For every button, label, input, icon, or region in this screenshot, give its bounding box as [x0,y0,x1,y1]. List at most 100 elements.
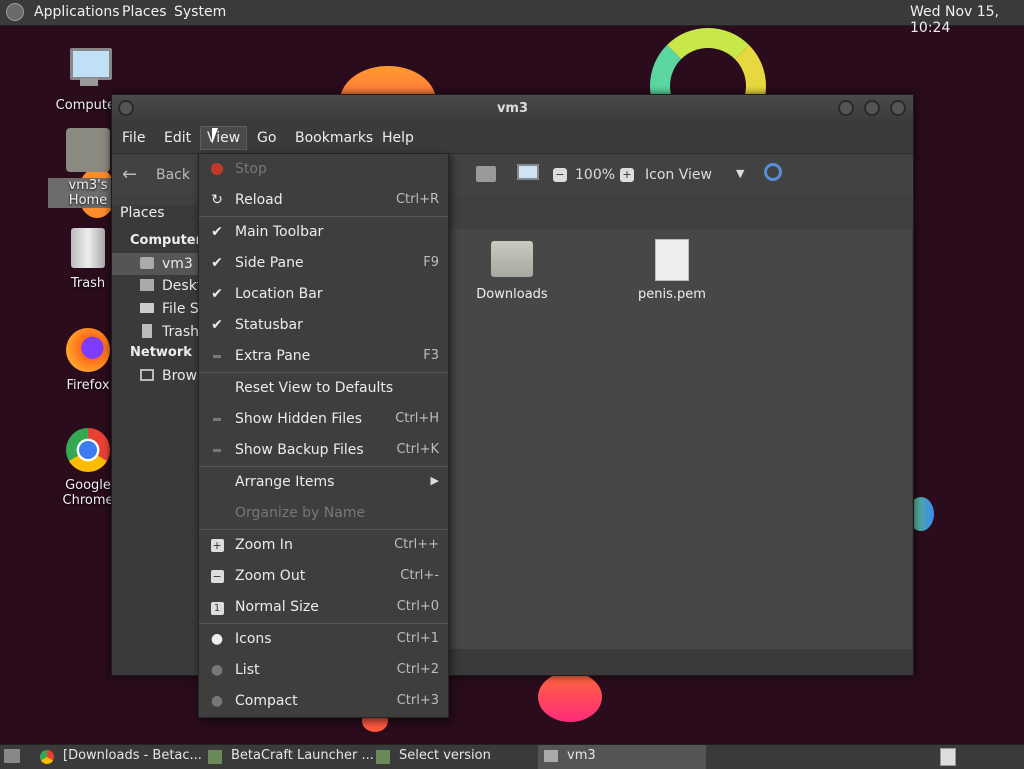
side-pane-header[interactable]: Places [120,205,165,221]
sidebar-item-label: Trash [162,324,199,340]
menu-item-show-hidden-files[interactable]: Show Hidden Files Ctrl+H [199,404,448,434]
side-pane: Places Computer vm3 Desktop File System … [112,205,202,675]
minimize-button[interactable] [838,100,854,116]
firefox-icon [66,328,110,372]
sidebar-item-vm3[interactable]: vm3 [112,253,200,275]
menu-item-show-backup-files[interactable]: Show Backup Files Ctrl+K [199,435,448,465]
home-icon[interactable] [476,166,496,182]
mouse-cursor-icon [212,128,224,144]
distro-logo-icon[interactable] [6,3,24,21]
clock[interactable]: Wed Nov 15, 10:24 [910,4,1024,36]
menu-item-label: Extra Pane [235,348,311,364]
close-button[interactable] [890,100,906,116]
unchecked-icon [209,411,225,427]
menu-item-label: Normal Size [235,599,319,615]
menu-item-icons[interactable]: ● Icons Ctrl+1 [199,624,448,654]
menu-item-reset-view[interactable]: Reset View to Defaults [199,373,448,403]
menu-item-label: Stop [235,161,267,177]
zoom-out-icon: − [210,570,224,583]
computer-icon[interactable] [517,164,539,180]
sidebar-item-browse-network[interactable]: Browse Network [112,365,200,387]
menu-item-extra-pane[interactable]: Extra Pane F3 [199,341,448,371]
show-desktop-icon[interactable] [4,749,20,763]
zoom-in-icon: + [210,539,224,552]
workspace-switcher[interactable] [940,748,956,766]
sidebar-item-label: Browse Network [162,368,200,384]
task-select-version[interactable]: Select version [399,748,491,763]
menu-item-accel: Ctrl+1 [396,631,439,646]
menu-item-statusbar[interactable]: ✔ Statusbar [199,310,448,340]
sidebar-item-trash[interactable]: Trash [112,321,200,343]
menu-bookmarks[interactable]: Bookmarks [295,130,373,146]
back-button-label[interactable]: Back [156,167,190,183]
menu-item-label: Show Hidden Files [235,411,363,427]
places-menu[interactable]: Places [122,4,167,20]
document-icon [655,239,689,281]
radio-selected-icon: ● [210,631,224,647]
window-title: vm3 [496,101,529,116]
applications-menu[interactable]: Applications [34,4,120,20]
menu-item-list[interactable]: ● List Ctrl+2 [199,655,448,685]
menu-file[interactable]: File [122,130,145,146]
unchecked-icon [209,348,225,364]
menu-item-compact[interactable]: ● Compact Ctrl+3 [199,686,448,716]
task-vm3[interactable]: vm3 [538,745,706,769]
task-label: vm3 [567,748,596,763]
menu-item-zoom-in[interactable]: + Zoom In Ctrl++ [199,530,448,560]
trash-icon [142,324,152,338]
system-menu[interactable]: System [174,4,226,20]
menu-item-side-pane[interactable]: ✔ Side Pane F9 [199,248,448,278]
menu-item-location-bar[interactable]: ✔ Location Bar [199,279,448,309]
window-titlebar[interactable]: vm3 [112,95,913,123]
view-menu: Stop ↻ Reload Ctrl+R ✔ Main Toolbar ✔ Si… [198,153,449,718]
reload-icon: ↻ [211,192,223,208]
chevron-down-icon[interactable]: ▼ [736,167,744,180]
chrome-icon [66,428,110,472]
sidebar-item-filesystem[interactable]: File System [112,298,200,320]
menu-item-arrange-items[interactable]: Arrange Items ▶ [199,467,448,497]
menu-item-accel: Ctrl++ [394,537,439,552]
menu-edit[interactable]: Edit [164,130,191,146]
menu-item-reload[interactable]: ↻ Reload Ctrl+R [199,185,448,215]
menu-item-accel: Ctrl+K [396,442,439,457]
menu-item-organize-by-name: Organize by Name [199,498,448,528]
menu-item-stop: Stop [199,154,448,184]
menu-item-main-toolbar[interactable]: ✔ Main Toolbar [199,217,448,247]
menu-item-zoom-out[interactable]: − Zoom Out Ctrl+- [199,561,448,591]
sidebar-item-label: vm3 [162,256,193,272]
menu-item-label: Organize by Name [235,505,366,521]
file-view[interactable]: Downloads penis.pem [448,229,912,649]
zoom-out-icon[interactable]: − [553,168,567,182]
back-arrow-icon[interactable]: ← [122,164,137,185]
menubar: File Edit View Go Bookmarks Help [112,123,913,153]
menu-help[interactable]: Help [382,130,414,146]
home-folder-icon [66,128,110,172]
file-item-penis-pem[interactable]: penis.pem [617,239,727,302]
menu-go[interactable]: Go [257,130,276,146]
menu-item-accel: Ctrl+3 [396,693,439,708]
desktop-icon [140,279,154,291]
menu-item-accel: Ctrl+R [395,192,439,207]
view-mode-select[interactable]: Icon View [645,167,712,183]
sidebar-item-label: File System [162,301,200,317]
menu-item-label: Show Backup Files [235,442,364,458]
menu-item-normal-size[interactable]: 1 Normal Size Ctrl+0 [199,592,448,622]
menu-item-label: Side Pane [235,255,304,271]
check-icon: ✔ [211,317,223,333]
sidebar-item-desktop[interactable]: Desktop [112,275,200,297]
computer-icon [66,46,112,90]
file-item-downloads[interactable]: Downloads [457,241,567,302]
task-downloads[interactable]: [Downloads - Betac... [63,748,202,763]
menu-item-label: Location Bar [235,286,323,302]
search-icon[interactable] [764,163,782,181]
zoom-in-icon[interactable]: + [620,168,634,182]
folder-icon [491,241,533,277]
top-panel: Applications Places System Wed Nov 15, 1… [0,0,1024,36]
task-betacraft-launcher[interactable]: BetaCraft Launcher ... [231,748,374,763]
file-name: Downloads [476,287,548,302]
submenu-arrow-icon: ▶ [430,474,439,487]
maximize-button[interactable] [864,100,880,116]
taskbar: [Downloads - Betac... BetaCraft Launcher… [0,744,1024,769]
menu-item-label: Icons [235,631,272,647]
chrome-icon [40,750,54,764]
